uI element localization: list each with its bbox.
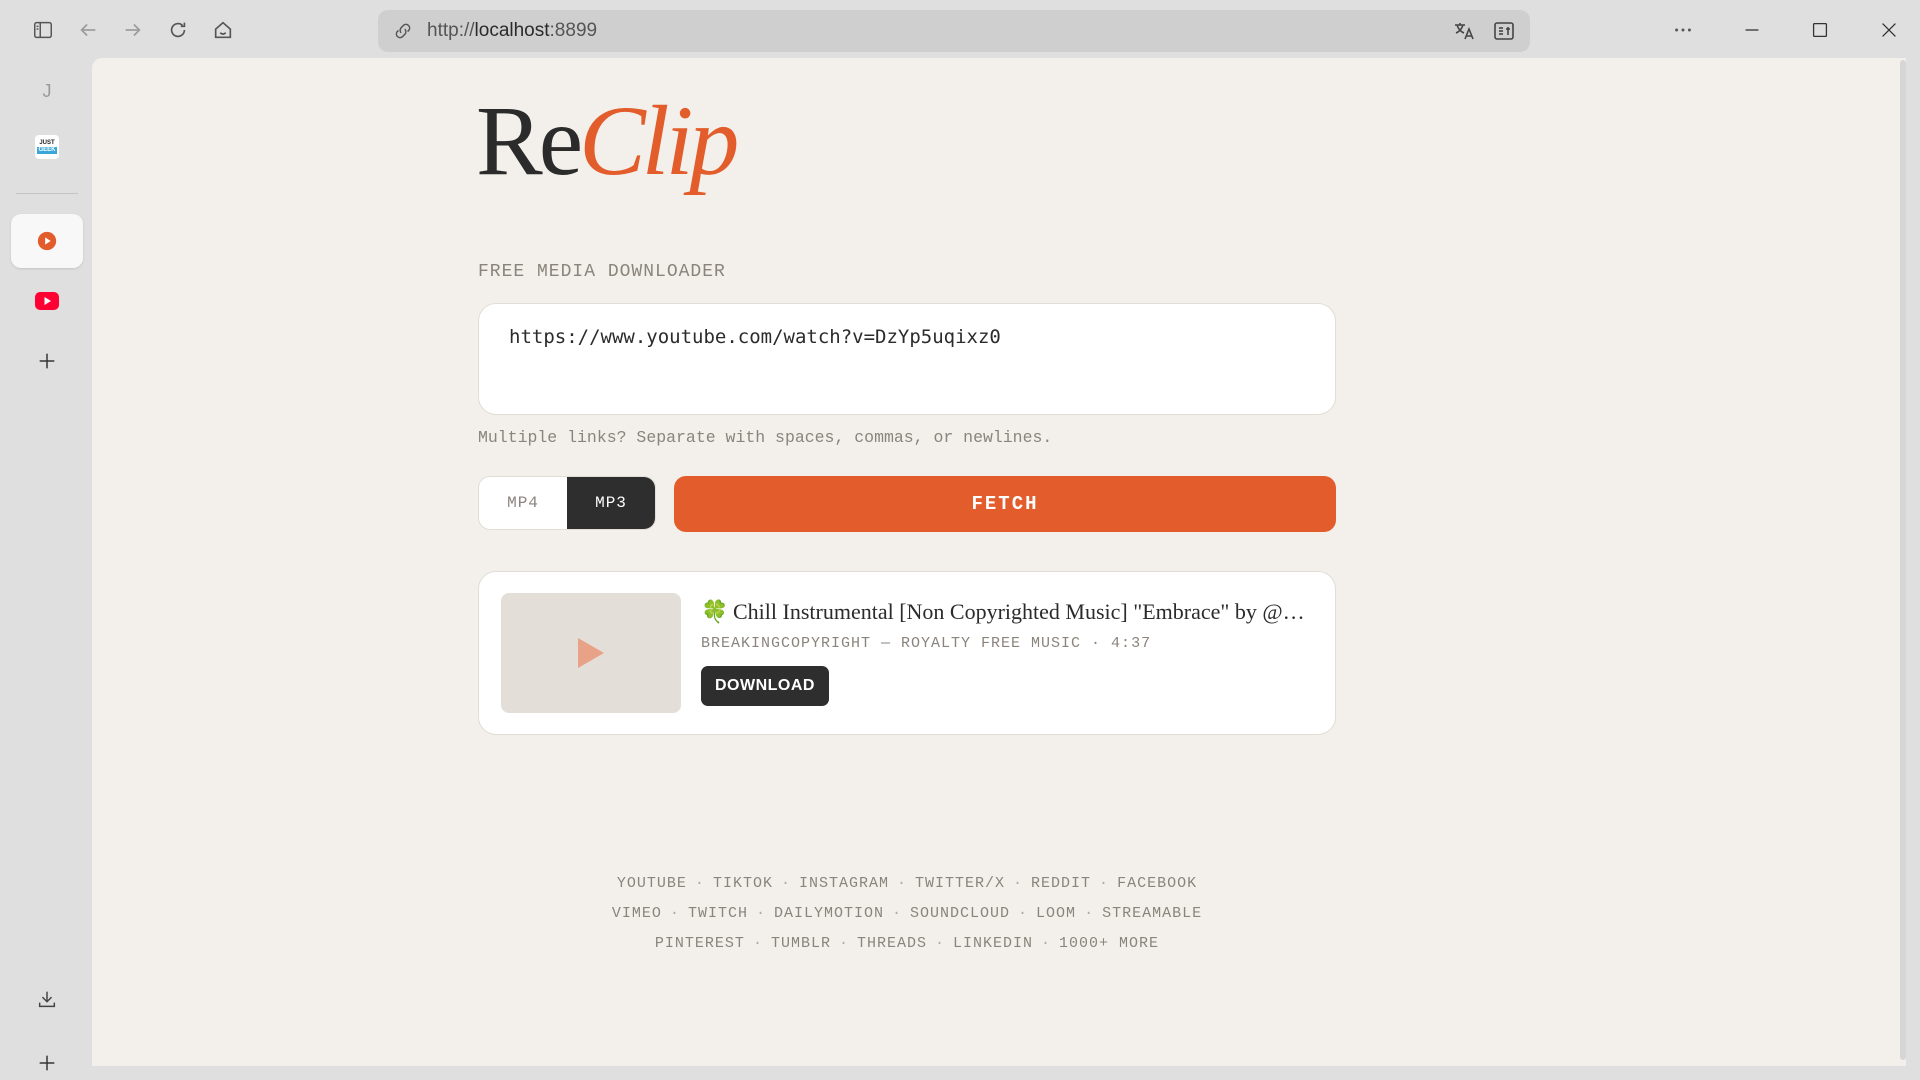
address-bar[interactable]: http://localhost:8899 xyxy=(378,10,1530,52)
refresh-icon[interactable] xyxy=(159,11,197,49)
sidebar-item-youtube[interactable] xyxy=(11,274,83,328)
page-subtitle: FREE MEDIA DOWNLOADER xyxy=(478,262,726,282)
tab-j-label: J xyxy=(42,80,52,101)
plus-icon xyxy=(39,1055,55,1071)
add-sidebar-item-button[interactable] xyxy=(11,1036,83,1080)
platform-dailymotion: DAILYMOTION xyxy=(773,905,884,922)
logo-clip: Clip xyxy=(579,85,739,196)
platform-linkedin: LINKEDIN xyxy=(953,935,1034,952)
download-button[interactable]: DOWNLOAD xyxy=(701,666,829,706)
new-tab-button[interactable] xyxy=(11,334,83,388)
platform-streamable: STREAMABLE xyxy=(1102,905,1203,922)
format-option-mp3[interactable]: MP3 xyxy=(567,477,655,529)
platform-instagram: INSTAGRAM xyxy=(798,875,889,892)
page-viewport: ReClip FREE MEDIA DOWNLOADER https://www… xyxy=(92,58,1906,1066)
url-text[interactable]: http://localhost:8899 xyxy=(427,10,597,52)
immersive-reader-icon[interactable] xyxy=(1492,19,1516,43)
forward-arrow-icon[interactable] xyxy=(114,11,152,49)
sidebar-divider xyxy=(16,193,78,194)
platform-twitch: TWITCH xyxy=(687,905,748,922)
video-thumbnail[interactable] xyxy=(501,593,681,713)
maximize-icon[interactable] xyxy=(1801,11,1839,49)
download-icon xyxy=(38,991,56,1008)
platform-vimeo: VIMEO xyxy=(611,905,662,922)
platform-twitter: TWITTER/X xyxy=(915,875,1006,892)
logo-re: Re xyxy=(476,85,583,196)
url-host: localhost xyxy=(474,20,550,41)
platform-tiktok: TIKTOK xyxy=(712,875,773,892)
justgeek-favicon-icon: JUST GEEK xyxy=(35,135,59,159)
platform-reddit: REDDIT xyxy=(1031,875,1092,892)
clover-icon: 🍀 xyxy=(701,599,729,624)
downloads-button[interactable] xyxy=(11,972,83,1026)
platform-soundcloud: SOUNDCLOUD xyxy=(910,905,1011,922)
sidebar-item-reclip[interactable] xyxy=(11,214,83,268)
plus-icon xyxy=(39,353,55,369)
back-arrow-icon[interactable] xyxy=(69,11,107,49)
platforms-row: YOUTUBE · TIKTOK · INSTAGRAM · TWITTER/X · REDDI… xyxy=(616,875,1198,892)
platform-more: 1000+ MORE xyxy=(1059,935,1160,952)
vertical-tabs-sidebar: J JUST GEEK xyxy=(0,58,92,1080)
play-icon xyxy=(578,638,604,668)
fetch-button[interactable]: FETCH xyxy=(674,476,1336,532)
site-info-icon[interactable] xyxy=(392,20,414,42)
platform-tumblr: TUMBLR xyxy=(770,935,831,952)
result-card: 🍀 Chill Instrumental [Non Copyrighted Mu… xyxy=(478,571,1336,735)
youtube-favicon-icon xyxy=(35,292,59,310)
close-icon[interactable] xyxy=(1870,11,1908,49)
translate-icon[interactable] xyxy=(1452,19,1476,43)
platforms-row: PINTEREST · TUMBLR · THREADS · LINKEDIN · 1000+ … xyxy=(654,935,1160,952)
platforms-row: VIMEO · TWITCH · DAILYMOTION · SOUNDCLOUD · LOOM… xyxy=(611,905,1203,922)
home-icon[interactable] xyxy=(204,11,242,49)
platform-facebook: FACEBOOK xyxy=(1117,875,1198,892)
minimize-icon[interactable] xyxy=(1733,11,1771,49)
video-meta: BREAKINGCOPYRIGHT — ROYALTY FREE MUSIC ·… xyxy=(701,635,1152,652)
url-input[interactable]: https://www.youtube.com/watch?v=DzYp5uqi… xyxy=(478,303,1336,415)
reclip-logo: ReClip xyxy=(476,85,739,196)
reclip-favicon-icon xyxy=(37,231,57,251)
page-scrollbar[interactable] xyxy=(1900,60,1906,1060)
format-option-mp4[interactable]: MP4 xyxy=(479,477,567,529)
sidebar-item-justgeek[interactable]: JUST GEEK xyxy=(11,120,83,174)
url-port: :8899 xyxy=(549,20,598,41)
sidebar-item-j[interactable]: J xyxy=(11,64,83,118)
video-title: Chill Instrumental [Non Copyrighted Musi… xyxy=(733,599,1313,624)
platform-loom: LOOM xyxy=(1036,905,1077,922)
platform-threads: THREADS xyxy=(856,935,927,952)
multiple-links-hint: Multiple links? Separate with spaces, co… xyxy=(478,428,1053,447)
platform-pinterest: PINTEREST xyxy=(654,935,745,952)
format-toggle: MP4 MP3 xyxy=(478,476,656,530)
sidebar-toggle-icon[interactable] xyxy=(24,11,62,49)
supported-platforms: YOUTUBE · TIKTOK · INSTAGRAM · TWITTER/X · REDDI… xyxy=(478,869,1336,959)
url-scheme: http:// xyxy=(427,20,475,41)
browser-titlebar: http://localhost:8899 xyxy=(0,0,1920,58)
more-options-icon[interactable] xyxy=(1664,11,1702,49)
platform-youtube: YOUTUBE xyxy=(616,875,687,892)
